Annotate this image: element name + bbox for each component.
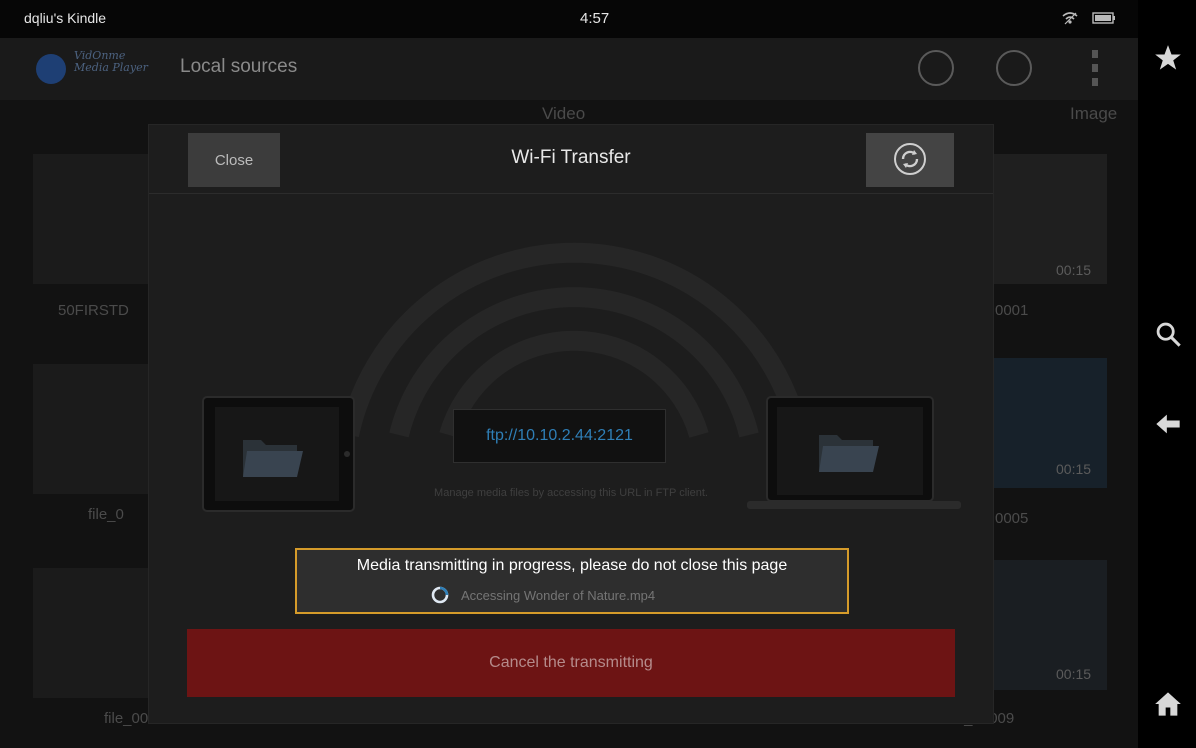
wifi-transfer-dialog: Close Wi-Fi Transfer ftp://10.10.2.44:21…: [149, 125, 993, 723]
star-icon[interactable]: [1154, 44, 1182, 72]
battery-icon: [1092, 12, 1115, 24]
source-selector[interactable]: Local sources: [180, 56, 297, 78]
thumbnail-label: file_0: [88, 506, 124, 523]
tab-video[interactable]: Video: [542, 104, 585, 124]
thumbnail-label: 50FIRSTD: [58, 302, 129, 319]
tab-image[interactable]: Image: [1070, 104, 1117, 124]
ftp-hint-text: Manage media files by accessing this URL…: [434, 487, 708, 499]
transfer-progress-banner: Media transmitting in progress, please d…: [295, 548, 849, 614]
clock: 4:57: [580, 10, 610, 27]
progress-message: Media transmitting in progress, please d…: [356, 557, 788, 574]
nav-rail: [1138, 0, 1196, 748]
app-logo-text: VidOnme Media Player: [74, 50, 148, 74]
loading-spinner-icon: [431, 586, 449, 604]
app-bar: VidOnme Media Player Local sources: [0, 38, 1138, 100]
search-icon[interactable]: [1154, 320, 1182, 348]
progress-detail: Accessing Wonder of Nature.mp4: [461, 588, 656, 603]
back-arrow-icon[interactable]: [1154, 410, 1182, 438]
tab-bar: Video Image: [0, 100, 1138, 128]
list-icon[interactable]: [918, 50, 954, 86]
refresh-button[interactable]: [866, 133, 954, 187]
app-logo: [36, 54, 66, 84]
cancel-transmitting-button[interactable]: Cancel the transmitting: [187, 629, 955, 697]
video-thumbnail[interactable]: [33, 364, 153, 494]
thumbnail-label: file_00: [104, 710, 149, 727]
duration-label: 00:15: [1056, 262, 1092, 278]
status-bar: dqliu's Kindle 4:57: [0, 0, 1138, 38]
dialog-header: Close Wi-Fi Transfer: [149, 125, 993, 194]
overflow-menu-icon[interactable]: [1090, 48, 1100, 88]
duration-label: 00:15: [1056, 461, 1092, 477]
duration-label: 00:15: [1056, 666, 1092, 682]
refresh-icon: [894, 142, 926, 175]
device-name: dqliu's Kindle: [24, 10, 107, 26]
sync-icon[interactable]: [996, 50, 1032, 86]
video-thumbnail[interactable]: [33, 568, 153, 698]
wifi-icon: [1062, 12, 1078, 25]
thumbnail-label: 0001: [995, 302, 1029, 319]
thumbnail-label: 0005: [995, 510, 1029, 527]
video-thumbnail[interactable]: [33, 154, 153, 284]
home-icon[interactable]: [1154, 690, 1182, 718]
ftp-url-field[interactable]: ftp://10.10.2.44:2121: [453, 409, 666, 463]
logo-line-2: Media Player: [74, 61, 148, 74]
